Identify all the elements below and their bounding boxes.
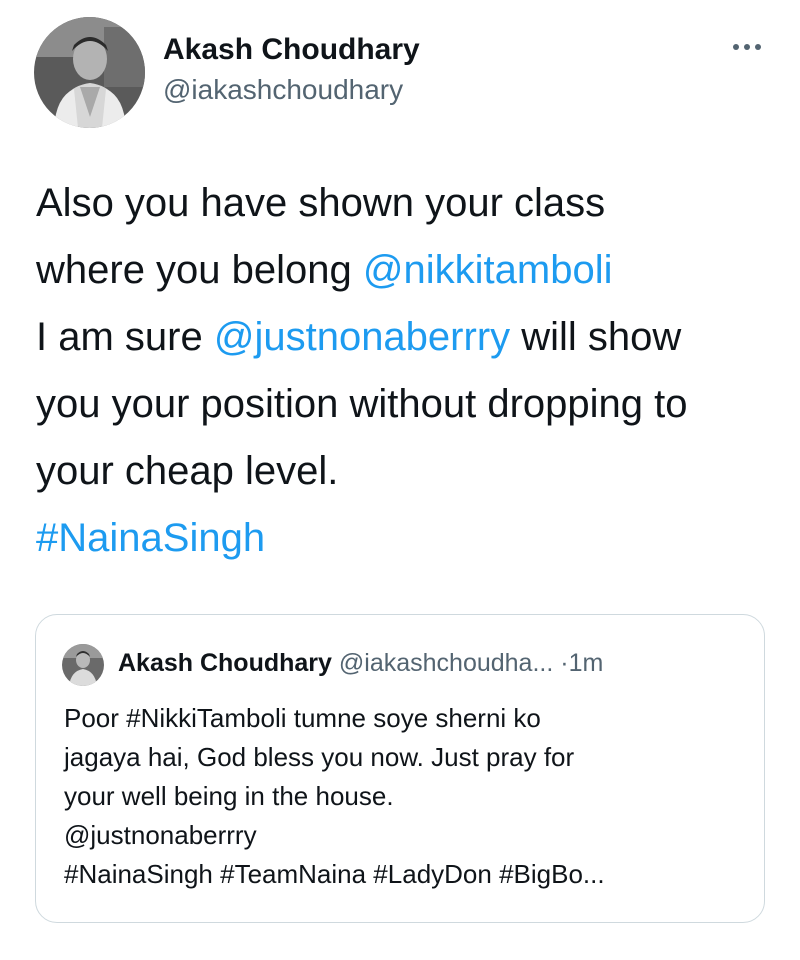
author-handle[interactable]: @iakashchoudhary [163, 74, 403, 106]
quoted-author-handle[interactable]: @iakashchoudha... [339, 649, 553, 677]
quoted-tweet-line: your well being in the house. [64, 781, 394, 811]
quoted-tweet-line: #NainaSingh #TeamNaina #LadyDon #BigBo..… [64, 859, 605, 889]
tweet-line: you your position without dropping to [36, 371, 786, 438]
quoted-tweet-header: Akash Choudhary @iakashchoudha... ·1m [118, 649, 603, 678]
tweet-text-segment: Also you have shown your class [36, 181, 606, 225]
more-horizontal-icon[interactable] [730, 38, 764, 56]
quoted-author-avatar[interactable] [62, 644, 104, 686]
mention-link[interactable]: @justnonaberrry [214, 315, 510, 359]
author-name[interactable]: Akash Choudhary [163, 33, 420, 67]
quoted-tweet-time[interactable]: 1m [569, 649, 604, 677]
separator-dot: · [560, 649, 569, 677]
quoted-tweet-line: Poor #NikkiTamboli tumne soye sherni ko [64, 703, 541, 733]
tweet-line: #NainaSingh [36, 505, 786, 572]
tweet-line: I am sure @justnonaberrry will show [36, 304, 786, 371]
tweet-text-segment: where you belong [36, 248, 363, 292]
tweet-line: where you belong @nikkitamboli [36, 237, 786, 304]
tweet-line: Also you have shown your class [36, 170, 786, 237]
quoted-tweet-line: @justnonaberrry [64, 820, 257, 850]
quoted-tweet-text: Poor #NikkiTamboli tumne soye sherni ko … [64, 699, 754, 894]
tweet-text: Also you have shown your class where you… [36, 170, 786, 572]
tweet-text-segment: you your position without dropping to [36, 382, 688, 426]
tweet-text-segment: I am sure [36, 315, 214, 359]
quoted-tweet-card[interactable]: Akash Choudhary @iakashchoudha... ·1m Po… [35, 614, 765, 923]
tweet-text-segment: will show [510, 315, 682, 359]
author-avatar[interactable] [34, 17, 145, 128]
hashtag-link[interactable]: #NainaSingh [36, 516, 265, 560]
tweet: Akash Choudhary @iakashchoudhary Also yo… [0, 0, 800, 960]
quoted-author-name[interactable]: Akash Choudhary [118, 649, 332, 677]
mention-link[interactable]: @nikkitamboli [363, 248, 613, 292]
tweet-line: your cheap level. [36, 438, 786, 505]
quoted-tweet-line: jagaya hai, God bless you now. Just pray… [64, 742, 575, 772]
tweet-text-segment: your cheap level. [36, 449, 339, 493]
